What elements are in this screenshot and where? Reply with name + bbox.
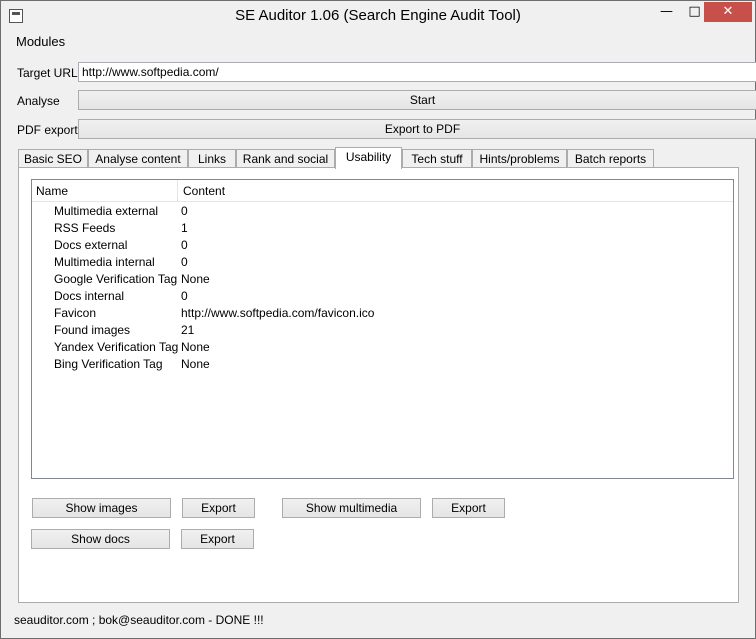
show-images-button[interactable]: Show images [32, 498, 171, 518]
table-row[interactable]: Favicon http://www.softpedia.com/favicon.… [32, 305, 756, 322]
row-name: Google Verification Tag [54, 272, 178, 286]
row-name: Multimedia internal [54, 255, 155, 269]
title-bar: SE Auditor 1.06 (Search Engine Audit Too… [1, 1, 755, 32]
export-docs-button[interactable]: Export [181, 529, 254, 549]
status-bar: seauditor.com ; bok@seauditor.com - DONE… [14, 613, 264, 627]
row-content: 0 [181, 238, 188, 252]
app-window: SE Auditor 1.06 (Search Engine Audit Too… [0, 0, 756, 639]
export-images-button[interactable]: Export [182, 498, 255, 518]
table-row[interactable]: Bing Verification Tag None [32, 356, 756, 373]
analyse-label: Analyse [17, 94, 60, 108]
table-row[interactable]: Multimedia external 0 [32, 203, 756, 220]
row-name: RSS Feeds [54, 221, 116, 235]
target-url-label: Target URL [17, 66, 78, 80]
tab-tech-stuff[interactable]: Tech stuff [402, 149, 472, 169]
minimize-button[interactable]: — [653, 2, 680, 22]
row-name: Docs internal [54, 289, 125, 303]
table-header: Name Content [32, 180, 733, 202]
row-content: 0 [181, 204, 188, 218]
row-name: Favicon [54, 306, 97, 320]
tab-basic-seo[interactable]: Basic SEO [18, 149, 88, 169]
row-name: Found images [54, 323, 131, 337]
show-multimedia-button[interactable]: Show multimedia [282, 498, 421, 518]
row-name: Yandex Verification Tag [54, 340, 179, 354]
table-row[interactable]: RSS Feeds 1 [32, 220, 756, 237]
tab-analyse-content[interactable]: Analyse content [88, 149, 188, 169]
row-content: None [181, 272, 210, 286]
menu-modules[interactable]: Modules [10, 34, 71, 49]
row-name: Bing Verification Tag [54, 357, 163, 371]
table-row[interactable]: Docs internal 0 [32, 288, 756, 305]
row-content: 0 [181, 255, 188, 269]
pdf-export-label: PDF export [17, 123, 78, 137]
table-row[interactable]: Docs external 0 [32, 237, 756, 254]
target-url-input[interactable] [78, 62, 756, 82]
menu-bar: Modules [10, 34, 71, 52]
row-content: 1 [181, 221, 188, 235]
row-content: 0 [181, 289, 188, 303]
usability-table[interactable]: Name Content Multimedia external 0 RSS Fe… [31, 179, 734, 479]
window-title: SE Auditor 1.06 (Search Engine Audit Too… [235, 7, 521, 24]
row-content: None [181, 357, 210, 371]
show-docs-button[interactable]: Show docs [31, 529, 170, 549]
table-row[interactable]: Google Verification Tag None [32, 271, 756, 288]
table-row[interactable]: Yandex Verification Tag None [32, 339, 756, 356]
row-name: Docs external [54, 238, 128, 252]
table-row[interactable]: Found images 21 [32, 322, 756, 339]
tab-usability[interactable]: Usability [335, 147, 402, 169]
table-row[interactable]: Multimedia internal 0 [32, 254, 756, 271]
close-button[interactable]: ✕ [704, 2, 752, 22]
row-content: None [181, 340, 210, 354]
column-header-content[interactable]: Content [179, 180, 733, 202]
column-header-name[interactable]: Name [32, 180, 178, 202]
tab-links[interactable]: Links [188, 149, 236, 169]
export-multimedia-button[interactable]: Export [432, 498, 505, 518]
tab-hints-problems[interactable]: Hints/problems [472, 149, 567, 169]
row-content: 21 [181, 323, 195, 337]
export-pdf-button[interactable]: Export to PDF [78, 119, 756, 139]
row-name: Multimedia external [54, 204, 159, 218]
tab-rank-and-social[interactable]: Rank and social [236, 149, 335, 169]
tab-batch-reports[interactable]: Batch reports [567, 149, 654, 169]
table-body: Multimedia external 0 RSS Feeds 1 Docs ext… [32, 203, 756, 373]
row-content: http://www.softpedia.com/favicon.ico [181, 306, 375, 320]
start-button[interactable]: Start [78, 90, 756, 110]
